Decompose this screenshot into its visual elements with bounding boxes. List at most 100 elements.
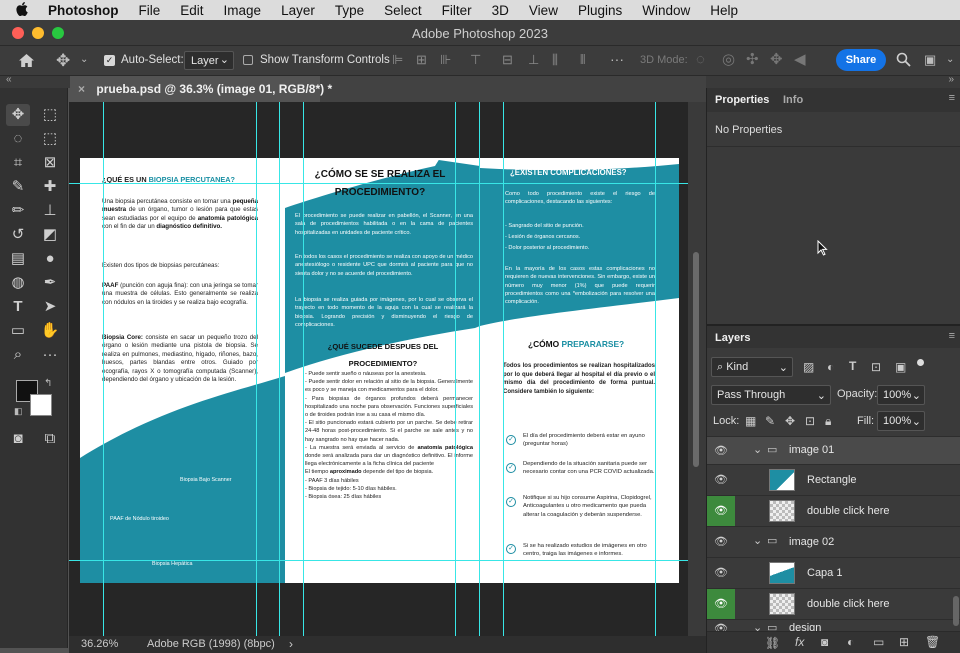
apple-icon[interactable] (0, 1, 38, 19)
menu-layer[interactable]: Layer (271, 3, 325, 18)
layer-name[interactable]: double click here (807, 505, 890, 517)
status-arrow-icon[interactable]: › (289, 637, 293, 651)
align-top-icon[interactable]: ⊤ (470, 53, 481, 66)
object-select-tool-icon[interactable]: ⬚ (38, 128, 62, 150)
brush-tool-icon[interactable]: ✏ (6, 200, 30, 222)
vertical-scrollbar-thumb[interactable] (693, 252, 699, 467)
menu-type[interactable]: Type (325, 3, 374, 18)
chevron-down-icon[interactable]: ⌄ (753, 534, 762, 547)
search-icon[interactable] (896, 52, 911, 70)
menu-filter[interactable]: Filter (432, 3, 482, 18)
move-tool-icon[interactable]: ✥ (56, 52, 70, 69)
layer-row[interactable]: 👁︎ double click here (707, 495, 960, 526)
delete-layer-icon[interactable]: 🗑︎ (925, 635, 940, 649)
menu-image[interactable]: Image (214, 3, 272, 18)
layer-name[interactable]: double click here (807, 598, 890, 610)
add-mask-icon[interactable]: ◙ (821, 635, 828, 649)
layer-name[interactable]: image 02 (789, 536, 834, 548)
opacity-field[interactable]: 100% ⌄ (877, 385, 925, 405)
fill-field[interactable]: 100% ⌄ (877, 411, 925, 431)
chevron-down-icon[interactable]: ⌄ (753, 443, 762, 456)
zoom-level[interactable]: 36.26% (81, 638, 118, 650)
zoom-tool-icon[interactable]: ⌕ (6, 344, 30, 366)
document-canvas[interactable]: ¿QUÉ ES UN BIOPSIA PERCUTANEA? Una biops… (80, 158, 679, 583)
lasso-tool-icon[interactable]: ◌ (6, 128, 30, 150)
filter-toggle[interactable] (917, 359, 924, 366)
eraser-tool-icon[interactable]: ◩ (38, 224, 62, 246)
visibility-eye-icon[interactable]: 👁︎ (713, 566, 729, 580)
crop-tool-icon[interactable]: ⌗ (6, 152, 30, 174)
tab-layers[interactable]: Layers (715, 332, 750, 344)
canvas-area[interactable]: ¿QUÉ ES UN BIOPSIA PERCUTANEA? Una biops… (69, 102, 688, 636)
panel-menu-icon[interactable]: ≡ (949, 92, 955, 104)
align-right-icon[interactable]: ⊪ (440, 53, 451, 66)
distribute-icon[interactable]: ⫼ (552, 53, 558, 66)
tab-info[interactable]: Info (783, 94, 803, 106)
menu-view[interactable]: View (519, 3, 568, 18)
align-middle-icon[interactable]: ⊟ (502, 53, 513, 66)
lock-paint-icon[interactable]: ✎ (765, 414, 775, 428)
visibility-eye-icon[interactable]: 👁︎ (713, 473, 729, 487)
menu-help[interactable]: Help (700, 3, 748, 18)
chevron-down-icon[interactable]: ⌄ (80, 55, 88, 65)
type-tool-icon[interactable]: T (6, 296, 30, 318)
align-center-icon[interactable]: ⊞ (416, 53, 427, 66)
collapse-icon[interactable]: « (6, 74, 12, 85)
3d-pan-icon[interactable]: ✣ (746, 52, 759, 67)
gradient-tool-icon[interactable]: ▤ (6, 248, 30, 270)
3d-slide-icon[interactable]: ✥ (770, 52, 783, 67)
quick-mask-icon[interactable]: ◙ (6, 428, 30, 450)
layer-filter-dropdown[interactable]: ⌕ Kind ⌄ (711, 357, 793, 377)
layer-name[interactable]: Rectangle (807, 474, 857, 486)
layers-menu-icon[interactable]: ≡ (949, 330, 955, 342)
transform-controls-checkbox[interactable] (243, 55, 253, 65)
share-button[interactable]: Share (836, 49, 886, 71)
fx-icon[interactable]: fx (795, 635, 804, 649)
blend-mode-dropdown[interactable]: Pass Through ⌄ (711, 385, 831, 405)
history-brush-tool-icon[interactable]: ↺ (6, 224, 30, 246)
blur-tool-icon[interactable]: ● (38, 248, 62, 270)
link-layers-icon[interactable]: ⛓︎ (765, 636, 780, 650)
visibility-eye-icon[interactable]: 👁︎ (713, 535, 729, 549)
vertical-scrollbar[interactable] (688, 102, 706, 636)
new-layer-icon[interactable]: ⊞ (899, 635, 909, 649)
menu-select[interactable]: Select (374, 3, 432, 18)
frame-tool-icon[interactable]: ⊠ (38, 152, 62, 174)
filter-smart-object-icon[interactable]: ▣ (895, 360, 906, 374)
marquee-tool-icon[interactable]: ⬚ (38, 104, 62, 126)
home-icon[interactable] (18, 53, 35, 71)
document-tab[interactable]: × prueba.psd @ 36.3% (image 01, RGB/8*) … (70, 76, 332, 102)
screen-mode-icon[interactable]: ⧉ (38, 428, 62, 450)
auto-select-dropdown[interactable]: Layer ⌄ (184, 51, 234, 70)
pen-tool-icon[interactable]: ✒ (38, 272, 62, 294)
edit-toolbar-icon[interactable]: ··· (38, 344, 62, 366)
rectangle-tool-icon[interactable]: ▭ (6, 320, 30, 342)
distribute-spacing-icon[interactable]: ⫴ (580, 53, 585, 66)
healing-brush-tool-icon[interactable]: ✚ (38, 176, 62, 198)
3d-roll-icon[interactable]: ◎ (722, 52, 735, 67)
workspace-icon[interactable]: ▣ (924, 53, 936, 66)
new-group-icon[interactable]: ▭ (873, 635, 884, 649)
menu-edit[interactable]: Edit (170, 3, 213, 18)
layer-row[interactable]: 👁︎ Capa 1 (707, 557, 960, 588)
filter-adjustment-icon[interactable]: ◐ (827, 360, 834, 374)
dodge-tool-icon[interactable]: ◍ (6, 272, 30, 294)
layers-scrollbar[interactable] (953, 596, 959, 626)
guide-horizontal[interactable] (69, 183, 688, 184)
menu-plugins[interactable]: Plugins (568, 3, 632, 18)
menu-app-name[interactable]: Photoshop (38, 3, 129, 18)
layer-name[interactable]: image 01 (789, 444, 834, 456)
menu-file[interactable]: File (129, 3, 171, 18)
3d-orbit-icon[interactable]: ◌ (696, 52, 705, 67)
visibility-eye-icon[interactable]: 👁︎ (713, 597, 729, 611)
workspace-chevron-icon[interactable]: ⌄ (946, 55, 954, 65)
layer-row-group[interactable]: 👁︎ ⌄ ▭ image 01 (707, 436, 960, 464)
swap-colors-icon[interactable]: ↰ (44, 378, 52, 389)
eyedropper-tool-icon[interactable]: ✎ (6, 176, 30, 198)
menu-window[interactable]: Window (632, 3, 700, 18)
lock-position-icon[interactable]: ✥ (785, 414, 795, 428)
filter-shape-icon[interactable]: ⊡ (871, 360, 881, 374)
menu-3d[interactable]: 3D (482, 3, 519, 18)
3d-camera-icon[interactable]: ◀ (794, 52, 806, 67)
align-bottom-icon[interactable]: ⊥ (528, 53, 539, 66)
